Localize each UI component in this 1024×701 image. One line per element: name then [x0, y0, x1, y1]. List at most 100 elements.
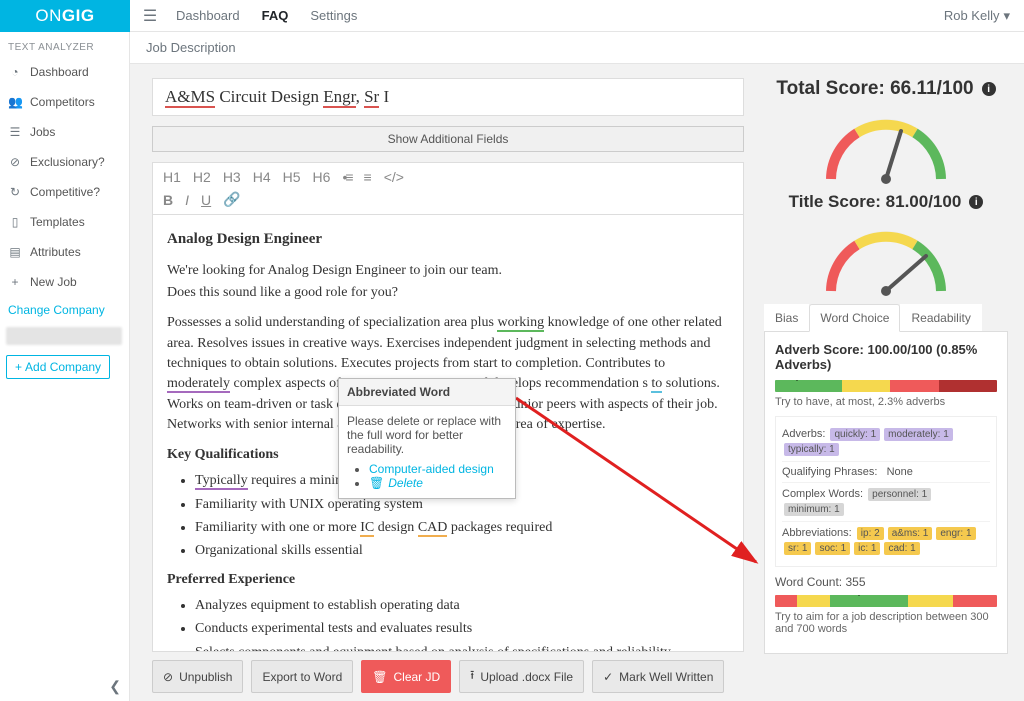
breadcrumb-text: Job Description: [146, 40, 236, 55]
chip[interactable]: cad: 1: [884, 542, 919, 555]
info-icon[interactable]: i: [982, 82, 996, 96]
word-typically[interactable]: Typically: [195, 473, 248, 490]
word-moderately[interactable]: moderately: [167, 376, 230, 393]
underline-button[interactable]: U: [201, 192, 211, 208]
word-count-hint: Try to aim for a job description between…: [775, 611, 997, 635]
word-working[interactable]: working: [497, 315, 544, 332]
sidebar-item-attributes[interactable]: ▤Attributes: [0, 237, 129, 267]
show-additional-fields-button[interactable]: Show Additional Fields: [152, 126, 744, 152]
mark-well-written-button[interactable]: ✓Mark Well Written: [592, 660, 724, 693]
sidebar-item-dashboard[interactable]: ◔Dashboard: [0, 57, 129, 87]
italic-button[interactable]: I: [185, 192, 189, 208]
grid-icon: ▤: [8, 245, 22, 259]
sidebar-item-label: Templates: [30, 215, 85, 229]
tab-readability[interactable]: Readability: [900, 304, 981, 331]
chip[interactable]: ic: 1: [854, 542, 880, 555]
user-menu[interactable]: Rob Kelly ▾: [944, 8, 1010, 24]
upload-icon: ⭱: [470, 666, 474, 687]
h3-button[interactable]: H3: [223, 169, 241, 185]
trash-icon: 🗑: [372, 670, 387, 684]
complex-label: Complex Words:: [782, 488, 863, 500]
chip[interactable]: minimum: 1: [784, 503, 844, 516]
change-company-link[interactable]: Change Company: [0, 297, 129, 323]
sidebar-collapse-icon[interactable]: ❮: [109, 678, 121, 695]
list-item: Familiarity with one or more IC design C…: [195, 518, 729, 538]
doc-text: Familiarity with one or more: [195, 520, 360, 535]
word-count-label: Word Count: 355: [775, 575, 997, 589]
intro-line-1: We're looking for Analog Design Engineer…: [167, 261, 729, 281]
ban-icon: ⊘: [8, 155, 22, 169]
meter-needle: [790, 380, 804, 381]
clear-jd-button[interactable]: 🗑 Clear JD: [361, 660, 451, 693]
chip[interactable]: ip: 2: [857, 527, 884, 540]
sidebar-item-jobs[interactable]: ☰Jobs: [0, 117, 129, 147]
title-score-value: 81.00/100: [886, 192, 962, 211]
plus-icon: +: [15, 360, 22, 374]
tab-word-choice[interactable]: Word Choice: [809, 304, 900, 332]
sidebar-item-competitive[interactable]: ↻ Competitive?: [0, 177, 129, 207]
nav-faq[interactable]: FAQ: [262, 8, 289, 23]
check-icon: ✓: [603, 670, 613, 684]
chip[interactable]: personnel: 1: [868, 488, 931, 501]
export-word-button[interactable]: Export to Word: [251, 660, 353, 693]
add-company-label: Add Company: [25, 360, 101, 374]
h1-button[interactable]: H1: [163, 169, 181, 185]
unpublish-button[interactable]: ⊘Unpublish: [152, 660, 243, 693]
sidebar-item-new-job[interactable]: +New Job: [0, 267, 129, 297]
h4-button[interactable]: H4: [253, 169, 271, 185]
word-ic[interactable]: IC: [360, 520, 374, 537]
word-cad[interactable]: CAD: [418, 520, 448, 537]
h2-button[interactable]: H2: [193, 169, 211, 185]
score-tabs: Bias Word Choice Readability: [764, 304, 1008, 332]
meter-needle: [852, 595, 866, 596]
chip[interactable]: engr: 1: [936, 527, 975, 540]
bullet-list-icon[interactable]: •≡: [342, 169, 351, 185]
sidebar-item-exclusionary[interactable]: ⊘Exclusionary?: [0, 147, 129, 177]
h6-button[interactable]: H6: [313, 169, 331, 185]
nav-dashboard[interactable]: Dashboard: [176, 8, 240, 23]
bold-button[interactable]: B: [163, 192, 173, 208]
company-row[interactable]: [0, 323, 129, 349]
top-nav: Dashboard FAQ Settings: [176, 8, 357, 23]
list-item: Analyzes equipment to establish operatin…: [195, 596, 729, 616]
total-score-gauge: [764, 104, 1008, 186]
chip[interactable]: soc: 1: [815, 542, 850, 555]
tab-bias[interactable]: Bias: [764, 304, 809, 331]
btn-label: Clear JD: [393, 670, 440, 684]
sidebar-item-competitors[interactable]: 👥Competitors: [0, 87, 129, 117]
total-score-title: Total Score: 66.11/100 i: [764, 78, 1008, 100]
editor-toolbar: H1 H2 H3 H4 H5 H6 •≡ ≡ </> B I U 🔗: [152, 162, 744, 215]
ordered-list-icon[interactable]: ≡: [364, 169, 372, 185]
sidebar-item-templates[interactable]: ▯Templates: [0, 207, 129, 237]
add-company-button[interactable]: +Add Company: [6, 355, 110, 379]
chip[interactable]: a&ms: 1: [888, 527, 933, 540]
chip[interactable]: sr: 1: [784, 542, 811, 555]
sidebar-item-label: Competitive?: [30, 185, 100, 199]
chip[interactable]: quickly: 1: [830, 428, 880, 441]
h5-button[interactable]: H5: [283, 169, 301, 185]
popover-title: Abbreviated Word: [339, 379, 515, 406]
info-icon[interactable]: i: [969, 195, 983, 209]
title-score-gauge: [764, 216, 1008, 298]
word-to[interactable]: to: [651, 376, 662, 393]
refresh-icon: ↻: [8, 185, 22, 199]
caret-down-icon: ▾: [1003, 8, 1010, 24]
link-button[interactable]: 🔗: [223, 191, 240, 208]
hamburger-icon[interactable]: ☰: [130, 6, 170, 26]
action-bar: ⊘Unpublish Export to Word 🗑 Clear JD ⭱Upl…: [152, 652, 744, 697]
title-text: Circuit Design: [215, 87, 323, 106]
chip[interactable]: moderately: 1: [884, 428, 953, 441]
title-input[interactable]: A&MS Circuit Design Engr, Sr I: [152, 78, 744, 116]
abbrev-label: Abbreviations:: [782, 527, 852, 539]
popover-suggestion-link[interactable]: Computer-aided design: [369, 462, 494, 476]
abbrev-row: Abbreviations: ip: 2 a&ms: 1engr: 1 sr: 1 s…: [782, 522, 990, 560]
adverbs-row: Adverbs: quickly: 1moderately: 1typicall…: [782, 423, 990, 462]
code-icon[interactable]: </>: [384, 169, 404, 185]
popover-delete-link[interactable]: Delete: [388, 476, 423, 490]
chip[interactable]: typically: 1: [784, 443, 839, 456]
nav-settings[interactable]: Settings: [310, 8, 357, 23]
topbar: ONGIG ☰ Dashboard FAQ Settings Rob Kelly…: [0, 0, 1024, 32]
upload-docx-button[interactable]: ⭱Upload .docx File: [459, 660, 584, 693]
brand-logo: ONGIG: [0, 0, 130, 32]
intro-line-2: Does this sound like a good role for you…: [167, 283, 729, 303]
